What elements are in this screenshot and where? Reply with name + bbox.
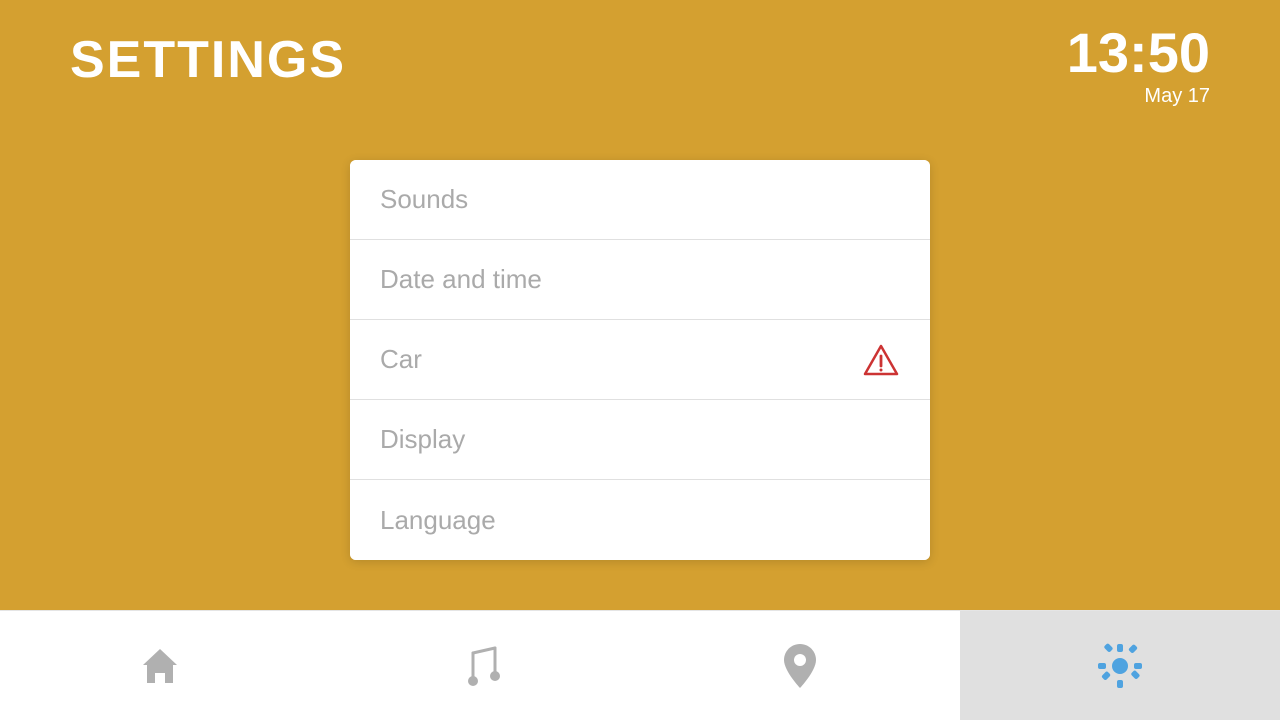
menu-item-car[interactable]: Car bbox=[350, 320, 930, 400]
page-title: SETTINGS bbox=[70, 30, 346, 90]
nav-location[interactable] bbox=[640, 611, 960, 720]
music-icon bbox=[459, 643, 501, 689]
home-icon bbox=[137, 643, 183, 689]
nav-home[interactable] bbox=[0, 611, 320, 720]
menu-item-display-label: Display bbox=[380, 424, 465, 455]
settings-icon bbox=[1096, 642, 1144, 690]
settings-menu: Sounds Date and time Car Display Languag… bbox=[350, 160, 930, 560]
clock-time: 13:50 bbox=[1067, 25, 1210, 81]
bottom-nav bbox=[0, 610, 1280, 720]
menu-item-language-label: Language bbox=[380, 505, 496, 536]
location-icon bbox=[781, 641, 819, 691]
menu-item-car-label: Car bbox=[380, 344, 422, 375]
menu-item-date-label: Date and time bbox=[380, 264, 542, 295]
menu-item-sounds-label: Sounds bbox=[380, 184, 468, 215]
clock-date: May 17 bbox=[1067, 85, 1210, 108]
menu-item-date-and-time[interactable]: Date and time bbox=[350, 240, 930, 320]
menu-item-sounds[interactable]: Sounds bbox=[350, 160, 930, 240]
menu-item-language[interactable]: Language bbox=[350, 480, 930, 560]
clock-area: 13:50 May 17 bbox=[1067, 25, 1210, 108]
menu-item-display[interactable]: Display bbox=[350, 400, 930, 480]
warning-icon bbox=[862, 341, 900, 379]
main-area: SETTINGS 13:50 May 17 Sounds Date and ti… bbox=[0, 0, 1280, 610]
nav-settings[interactable] bbox=[960, 611, 1280, 720]
nav-music[interactable] bbox=[320, 611, 640, 720]
